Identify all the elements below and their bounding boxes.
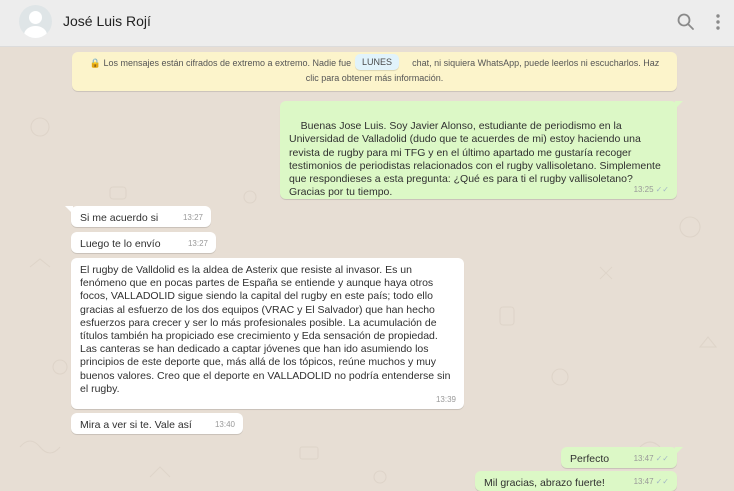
message-time: 13:47 — [633, 476, 654, 486]
menu-dots-icon[interactable] — [710, 11, 726, 33]
message-bubble-outgoing[interactable]: Buenas Jose Luis. Soy Javier Alonso, est… — [280, 101, 683, 199]
search-icon[interactable] — [676, 11, 696, 33]
message-time: 13:27 — [187, 238, 208, 248]
message-time: 13:27 — [182, 212, 203, 222]
message-text: Luego te lo envío — [80, 238, 161, 250]
message-time: 13:40 — [214, 419, 235, 429]
day-chip: LUNES — [355, 54, 400, 70]
message-time: 13:25 — [633, 184, 654, 194]
message-time: 13:47 — [633, 453, 654, 463]
message-bubble-incoming[interactable]: Luego te lo envío 13:27 — [71, 232, 216, 253]
message-text: Buenas Jose Luis. Soy Javier Alonso, est… — [289, 120, 661, 199]
encryption-text-before: Los mensajes están cifrados de extremo a… — [103, 58, 352, 68]
message-bubble-incoming[interactable]: Si me acuerdo si 13:27 — [65, 206, 211, 227]
message-text: Mira a ver si te. Vale así — [80, 419, 192, 431]
message-text: Perfecto — [570, 453, 610, 465]
avatar[interactable] — [19, 5, 52, 38]
message-text: Mil gracias, abrazo fuerte! — [484, 477, 605, 489]
double-check-icon: ✓✓ — [655, 184, 669, 194]
message-text: El rugby de Valldolid es la aldea de Ast… — [80, 264, 451, 395]
double-check-icon: ✓✓ — [655, 453, 669, 463]
lock-icon: 🔒 — [89, 58, 101, 68]
contact-name[interactable]: José Luis Rojí — [63, 13, 151, 29]
message-bubble-incoming[interactable]: El rugby de Valldolid es la aldea de Ast… — [71, 258, 464, 409]
message-list[interactable]: 🔒 Los mensajes están cifrados de extremo… — [0, 47, 734, 491]
message-bubble-outgoing[interactable]: Perfecto 13:47 ✓✓ — [561, 447, 683, 468]
message-bubble-outgoing[interactable]: Mil gracias, abrazo fuerte! 13:47 ✓✓ — [475, 471, 677, 491]
message-text: Si me acuerdo si — [80, 212, 159, 224]
chat-header: José Luis Rojí — [0, 0, 734, 47]
message-time: 13:39 — [435, 394, 456, 404]
message-bubble-incoming[interactable]: Mira a ver si te. Vale así 13:40 — [71, 413, 243, 434]
double-check-icon: ✓✓ — [655, 476, 669, 486]
